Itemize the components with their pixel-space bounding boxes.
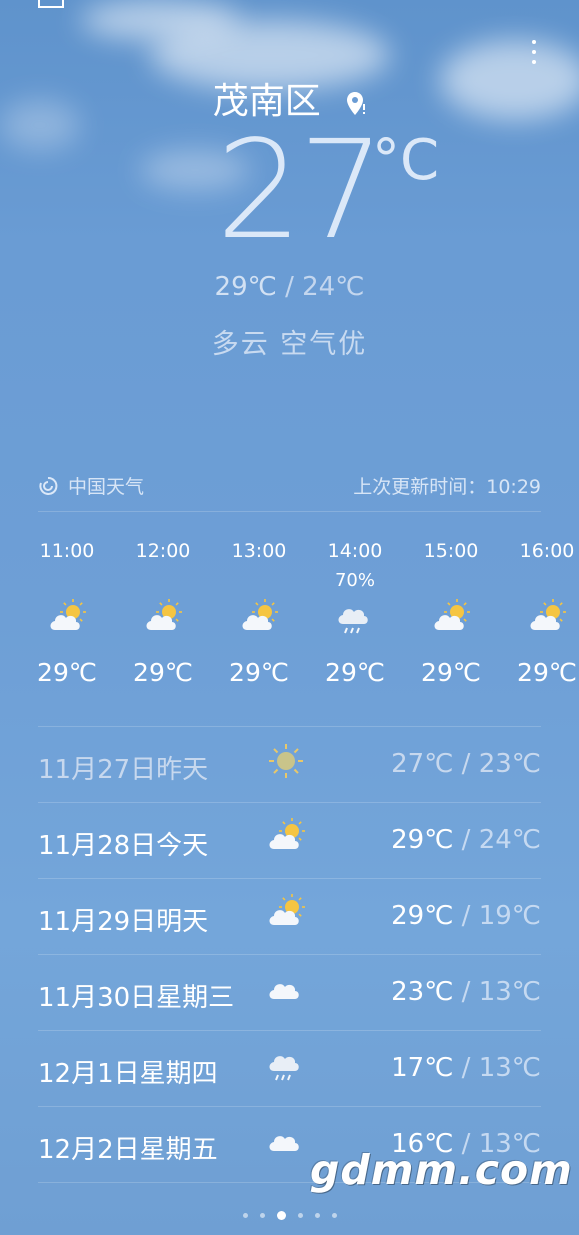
hour-temp: 29℃ bbox=[133, 658, 193, 687]
day-low: 24℃ bbox=[478, 825, 541, 855]
precip-chance bbox=[403, 570, 499, 594]
page-dot[interactable] bbox=[331, 1213, 337, 1218]
day-low: 19℃ bbox=[478, 901, 541, 931]
hour-time: 16:00 bbox=[519, 540, 575, 562]
hour-temp: 29℃ bbox=[37, 658, 97, 687]
day-temp-range: 23℃ / 13℃ bbox=[391, 977, 541, 1007]
partly-cloudy-sun-icon bbox=[266, 817, 306, 861]
hourly-item: 12:00 29℃ bbox=[115, 540, 211, 687]
day-label: 12月2日星期五 bbox=[38, 1135, 218, 1165]
hour-temp: 29℃ bbox=[325, 658, 385, 687]
page-dot[interactable] bbox=[259, 1213, 265, 1218]
hourly-item: 13:00 29℃ bbox=[211, 540, 307, 687]
partly-cloudy-sun-icon bbox=[19, 598, 115, 642]
day-high: 29℃ bbox=[391, 901, 454, 931]
weather-logo-icon bbox=[39, 476, 58, 495]
hour-time: 11:00 bbox=[39, 540, 95, 562]
partly-cloudy-sun-icon bbox=[403, 598, 499, 642]
daily-row[interactable]: 11月27日昨天 27℃ / 23℃ bbox=[38, 726, 541, 802]
day-high: 17℃ bbox=[391, 1053, 454, 1083]
day-label: 11月28日今天 bbox=[38, 831, 209, 861]
precip-chance bbox=[211, 570, 307, 594]
hourly-item: 16:00 29℃ bbox=[499, 540, 579, 687]
partly-cloudy-sun-icon bbox=[115, 598, 211, 642]
hour-temp: 29℃ bbox=[229, 658, 289, 687]
precip-chance bbox=[19, 570, 115, 594]
partly-cloudy-sun-icon bbox=[266, 893, 306, 937]
day-temp-range: 29℃ / 19℃ bbox=[391, 901, 541, 931]
hour-time: 15:00 bbox=[423, 540, 479, 562]
weather-condition: 多云 空气优 bbox=[211, 329, 368, 360]
daily-row[interactable]: 11月28日今天 29℃ / 24℃ bbox=[38, 802, 541, 878]
precip-chance: 70% bbox=[334, 570, 375, 591]
hourly-item: 14:00 70% 29℃ bbox=[307, 540, 403, 687]
day-temp-range: 29℃ / 24℃ bbox=[391, 825, 541, 855]
day-high: 29℃ bbox=[391, 825, 454, 855]
hourly-item: 15:00 29℃ bbox=[403, 540, 499, 687]
range-separator: / bbox=[276, 272, 303, 302]
data-source-bar: 中国天气 上次更新时间：10:29 bbox=[38, 472, 541, 502]
current-temperature: 27 bbox=[216, 112, 385, 270]
day-low: 23℃ bbox=[478, 749, 541, 779]
day-temp-range: 17℃ / 13℃ bbox=[391, 1053, 541, 1083]
daily-row[interactable]: 11月30日星期三 23℃ / 13℃ bbox=[38, 954, 541, 1030]
day-label: 11月29日明天 bbox=[38, 907, 209, 937]
divider bbox=[38, 511, 541, 512]
hour-temp: 29℃ bbox=[517, 658, 577, 687]
partly-cloudy-sun-icon bbox=[499, 598, 579, 642]
day-high: 23℃ bbox=[391, 977, 454, 1007]
daily-row[interactable]: 12月1日星期四 17℃ / 13℃ bbox=[38, 1030, 541, 1106]
watermark: gdmm.com bbox=[310, 1146, 573, 1194]
page-dot[interactable] bbox=[314, 1213, 320, 1218]
day-low: 13℃ bbox=[478, 1053, 541, 1083]
precip-chance bbox=[499, 570, 579, 594]
today-range: 29℃ / 24℃ bbox=[0, 272, 579, 302]
daily-forecast: 11月27日昨天 27℃ / 23℃ 11月28日今天 29℃ / 24℃ 11月29日… bbox=[38, 726, 541, 1183]
today-high: 29℃ bbox=[214, 272, 277, 302]
provider-name: 中国天气 bbox=[68, 476, 145, 498]
day-label: 11月27日昨天 bbox=[38, 755, 209, 785]
last-updated: 上次更新时间：10:29 bbox=[353, 476, 541, 498]
hourly-item: 11:00 29℃ bbox=[19, 540, 115, 687]
temperature-unit: °C bbox=[372, 128, 440, 193]
day-low: 13℃ bbox=[478, 977, 541, 1007]
page-indicator bbox=[0, 1205, 579, 1224]
precip-chance bbox=[115, 570, 211, 594]
page-dot[interactable] bbox=[276, 1211, 286, 1220]
hour-time: 14:00 bbox=[327, 540, 383, 562]
hour-time: 12:00 bbox=[135, 540, 191, 562]
page-dot[interactable] bbox=[242, 1213, 248, 1218]
rain-cloud-icon bbox=[307, 598, 403, 642]
partly-cloudy-sun-icon bbox=[211, 598, 307, 642]
sun-icon bbox=[266, 741, 306, 785]
hour-temp: 29℃ bbox=[421, 658, 481, 687]
more-menu-icon[interactable] bbox=[531, 40, 537, 74]
day-high: 27℃ bbox=[391, 749, 454, 779]
day-temp-range: 27℃ / 23℃ bbox=[391, 749, 541, 779]
status-bar-icon bbox=[38, 0, 64, 8]
today-low: 24℃ bbox=[302, 272, 365, 302]
rain-cloud-icon bbox=[266, 1045, 306, 1089]
cloud-icon bbox=[266, 1121, 306, 1165]
location-pin-icon[interactable] bbox=[346, 85, 366, 115]
hour-time: 13:00 bbox=[231, 540, 287, 562]
provider[interactable]: 中国天气 bbox=[38, 472, 144, 499]
cloud-icon bbox=[266, 969, 306, 1013]
page-dot[interactable] bbox=[297, 1213, 303, 1218]
day-label: 11月30日星期三 bbox=[38, 983, 235, 1013]
hourly-forecast[interactable]: 11:00 29℃ 12:00 29℃ 13:00 29℃ 14:00 70% 29℃ 15:00… bbox=[0, 540, 579, 710]
background-cloud bbox=[80, 0, 240, 40]
day-label: 12月1日星期四 bbox=[38, 1059, 218, 1089]
daily-row[interactable]: 11月29日明天 29℃ / 19℃ bbox=[38, 878, 541, 954]
